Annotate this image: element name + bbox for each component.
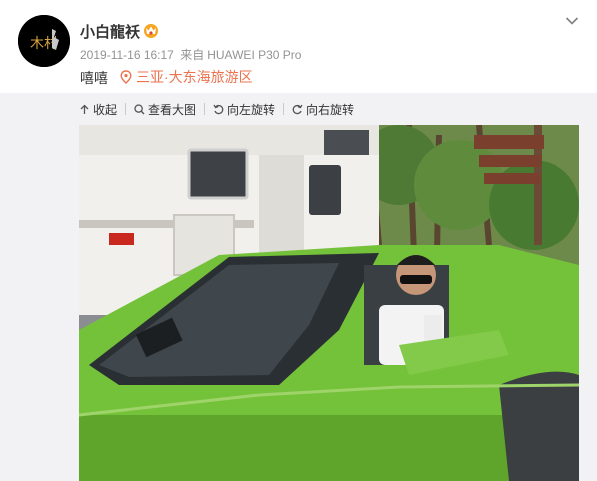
avatar[interactable]: 木村 <box>18 15 70 67</box>
toolbar-divider <box>125 103 127 115</box>
media-toolbar: 收起 查看大图 向左旋转 向右旋转 <box>79 100 354 118</box>
toolbar-divider <box>204 103 206 115</box>
source-prefix: 来自 <box>180 48 205 62</box>
rotate-right-icon <box>292 104 303 114</box>
location-link[interactable]: 三亚·大东海旅游区 <box>120 67 253 87</box>
chevron-down-icon[interactable] <box>565 16 579 26</box>
toolbar-divider <box>283 103 285 115</box>
rotate-right-button[interactable]: 向右旋转 <box>292 101 354 118</box>
vip-crown-icon[interactable] <box>142 22 160 38</box>
location-pin-icon <box>120 70 132 84</box>
rotate-left-button[interactable]: 向左旋转 <box>213 101 275 118</box>
view-large-button[interactable]: 查看大图 <box>134 101 196 118</box>
collapse-button[interactable]: 收起 <box>79 101 117 118</box>
view-large-label: 查看大图 <box>148 102 197 117</box>
post-text: 嘻嘻 <box>80 70 108 86</box>
post-meta: 2019-11-16 16:17 来自 HUAWEI P30 Pro <box>80 46 304 63</box>
username[interactable]: 小白龍袄 <box>80 21 140 42</box>
location-label: 三亚·大东海旅游区 <box>136 69 253 85</box>
rotate-right-label: 向右旋转 <box>306 102 355 117</box>
collapse-arrow-icon <box>80 104 89 114</box>
source-device[interactable]: HUAWEI P30 Pro <box>207 48 301 62</box>
rotate-left-label: 向左旋转 <box>227 102 276 117</box>
post-photo[interactable] <box>79 125 579 481</box>
collapse-label: 收起 <box>93 102 118 117</box>
post-timestamp[interactable]: 2019-11-16 16:17 <box>80 48 174 62</box>
magnifier-icon <box>134 103 145 114</box>
rotate-left-icon <box>213 104 224 114</box>
